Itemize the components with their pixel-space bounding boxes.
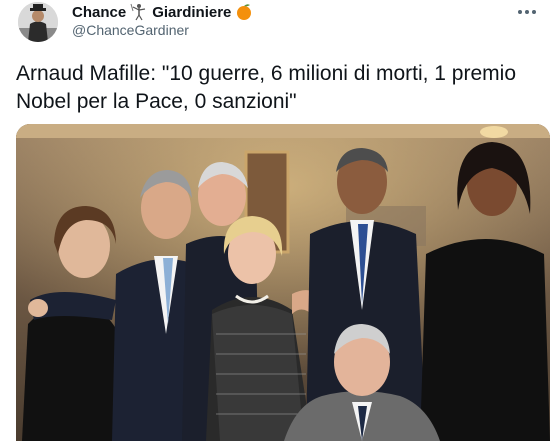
tweet-text: Arnaud Mafille: "10 guerre, 6 milioni di… [16, 62, 517, 113]
orange-fruit-icon [235, 3, 253, 21]
more-icon [518, 10, 536, 14]
display-name-second[interactable]: Giardiniere [152, 4, 231, 21]
group-photo [16, 124, 550, 441]
more-options-button[interactable] [514, 2, 540, 22]
gardener-figure-icon [128, 3, 150, 21]
display-name-first[interactable]: Chance [72, 4, 126, 21]
author-name-row[interactable]: Chance Giardiniere [72, 2, 253, 22]
gardener-avatar [18, 2, 58, 42]
author-avatar[interactable] [18, 2, 58, 42]
tweet-photo[interactable] [16, 124, 550, 441]
author-handle[interactable]: @ChanceGardiner [72, 22, 189, 38]
